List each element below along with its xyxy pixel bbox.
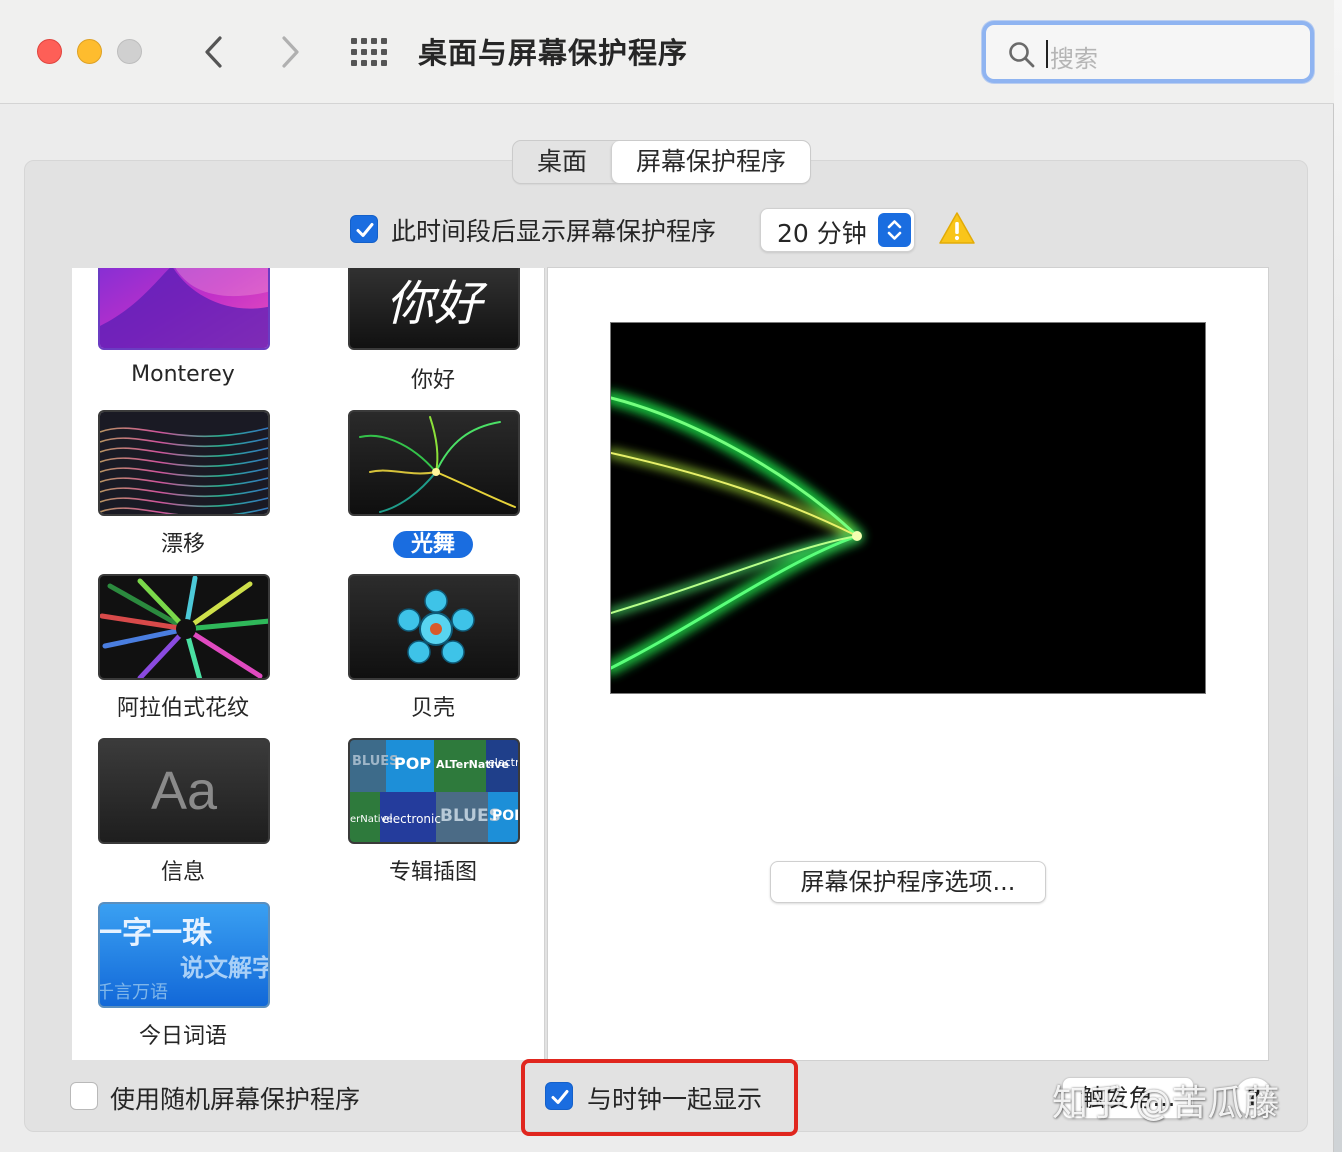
thumb-hello[interactable]: 你好 [348, 268, 520, 350]
caption-word-of-the-day: 今日词语 [138, 1024, 227, 1049]
message-thumb-text: Aa [150, 761, 218, 821]
titlebar: 桌面与屏幕保护程序 搜索 [0, 0, 1334, 104]
start-after-label: 此时间段后显示屏幕保护程序 [391, 217, 717, 246]
album-tile-text: electro [488, 756, 520, 769]
window-title: 桌面与屏幕保护程序 [418, 36, 689, 70]
text-cursor [1046, 40, 1048, 68]
screensaver-preview [610, 322, 1206, 694]
thumb-monterey[interactable] [98, 268, 270, 350]
thumb-album-artwork[interactable]: BLUES POP ALTerNative electro erNative e… [348, 738, 520, 844]
screensaver-options-button[interactable]: 屏幕保护程序选项... [770, 861, 1046, 903]
caption-album-artwork: 专辑插图 [388, 860, 477, 885]
album-tile-text: BLUES [352, 754, 399, 769]
system-preferences-window: 桌面与屏幕保护程序 搜索 桌面 屏幕保护程序 此时间段后显示屏幕保护程序 20 … [0, 0, 1334, 1152]
start-after-value: 20 分钟 [777, 219, 867, 248]
highlight-annotation-box [521, 1059, 798, 1136]
show-all-grid-button[interactable] [350, 37, 390, 67]
caption-flurry-selected: 光舞 [313, 526, 544, 558]
caption-drift: 漂移 [160, 532, 205, 557]
thumb-drift[interactable] [98, 410, 270, 516]
caption-arabesque: 阿拉伯式花纹 [116, 696, 249, 721]
minimize-window-button[interactable] [77, 39, 102, 64]
flurry-thumbnail-image [359, 416, 516, 513]
back-button[interactable] [196, 32, 232, 72]
zoom-window-button[interactable] [117, 39, 142, 64]
word-thumb-line3: 千言万语 [98, 982, 168, 1003]
thumb-message[interactable]: Aa [98, 738, 270, 844]
monterey-wallpaper-image [100, 268, 268, 348]
hello-thumb-text: 你好 [385, 276, 482, 332]
caption-monterey: Monterey [131, 362, 235, 387]
word-thumb-line2: 说文解字 [180, 954, 270, 982]
search-placeholder: 搜索 [1050, 45, 1098, 73]
watermark-text: 知乎 @苦瓜藤 [1052, 1083, 1280, 1124]
close-window-button[interactable] [37, 39, 62, 64]
arabesque-thumbnail-image [100, 576, 268, 678]
caption-hello: 你好 [410, 368, 455, 393]
search-icon [1009, 42, 1035, 68]
warning-icon[interactable] [938, 211, 976, 245]
chevron-right-icon [282, 36, 299, 68]
chevron-left-icon [205, 36, 222, 68]
background-window-edge [1334, 0, 1342, 1152]
word-thumb-line1: 一字一珠 [98, 916, 212, 951]
random-screensaver-label: 使用随机屏幕保护程序 [110, 1085, 361, 1114]
tab-bar: 桌面 屏幕保护程序 [512, 140, 812, 184]
thumb-arabesque[interactable] [98, 574, 270, 680]
tab-desktop[interactable]: 桌面 [513, 141, 611, 183]
start-after-checkbox[interactable] [350, 215, 378, 243]
forward-button[interactable] [272, 32, 308, 72]
tab-screensaver[interactable]: 屏幕保护程序 [611, 141, 811, 183]
album-tile-text: POP [492, 808, 518, 824]
drift-thumbnail-image [100, 412, 268, 514]
random-screensaver-checkbox[interactable] [70, 1082, 98, 1110]
selected-item-label: 光舞 [392, 531, 473, 558]
screensaver-list[interactable]: Monterey 你好 你好 漂移 光舞 阿拉伯式花纹 贝壳 Aa 信息 BLU… [72, 268, 545, 1060]
shell-thumbnail-image [397, 589, 475, 664]
album-tile-text: electronic [382, 812, 441, 826]
album-tile-text: POP [394, 754, 432, 773]
checkmark-icon [356, 223, 374, 237]
start-after-popup[interactable]: 20 分钟 [760, 208, 915, 252]
thumb-flurry[interactable] [348, 410, 520, 516]
thumb-shell[interactable] [348, 574, 520, 680]
thumb-word-of-the-day[interactable]: 一字一珠 说文解字 千言万语 [98, 902, 270, 1008]
caption-message: 信息 [160, 860, 205, 885]
popup-arrows-icon [878, 213, 911, 247]
caption-shell: 贝壳 [410, 696, 455, 721]
flurry-preview-image [611, 391, 864, 675]
search-field[interactable]: 搜索 [982, 21, 1314, 83]
